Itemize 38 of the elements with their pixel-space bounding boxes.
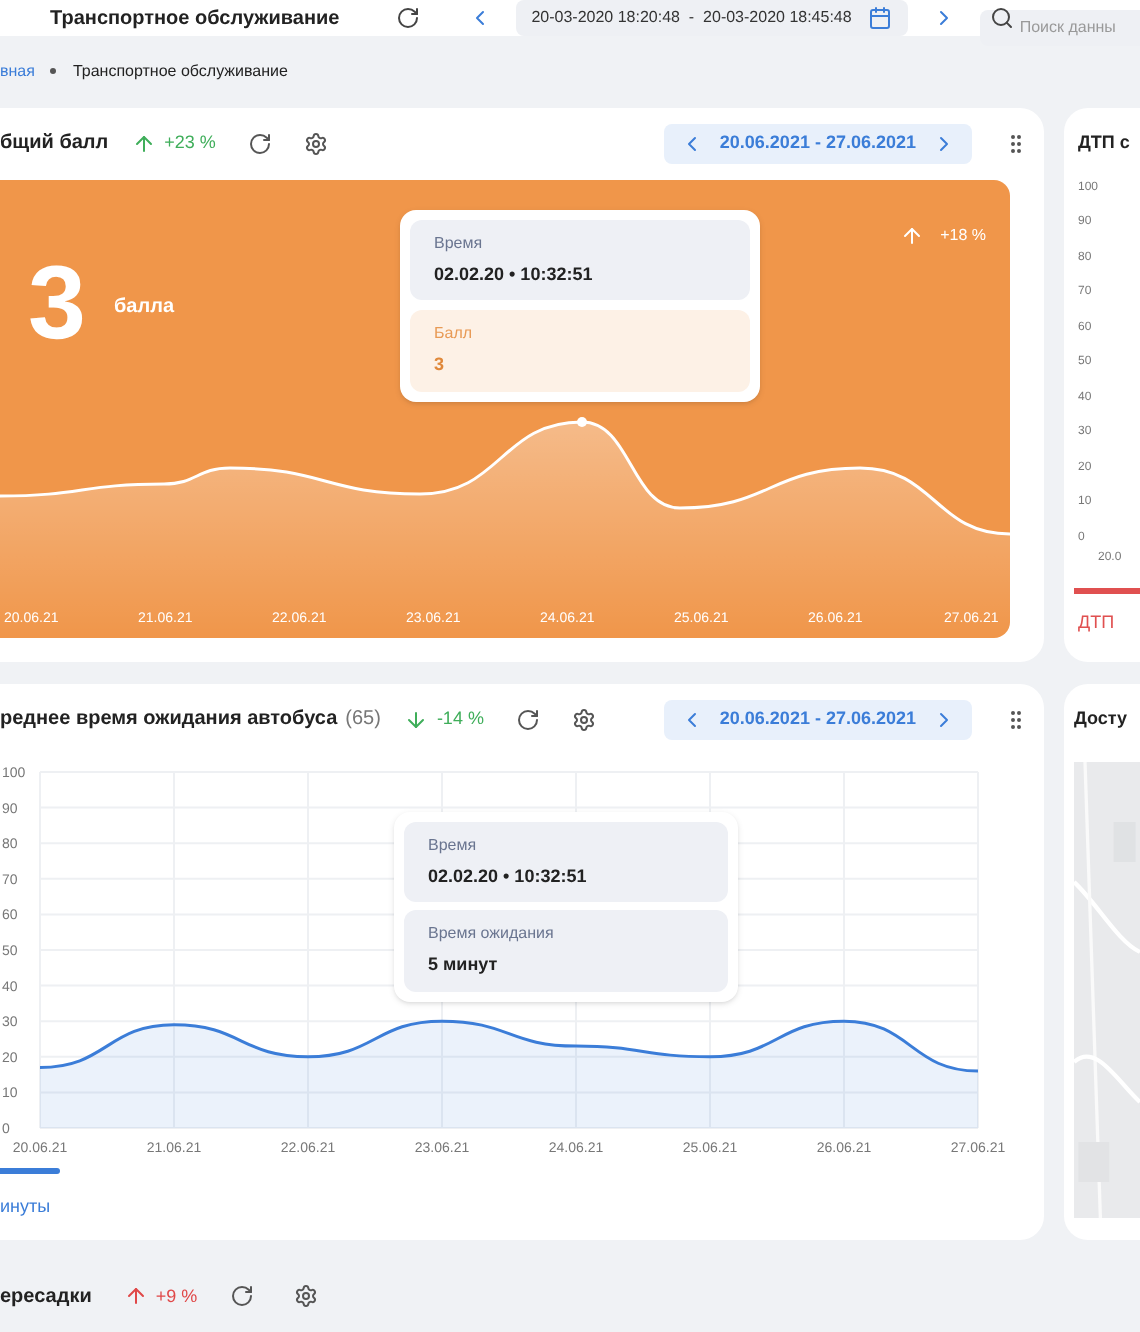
calendar-icon[interactable]	[867, 6, 892, 30]
card-title: бщий балл	[0, 130, 109, 158]
date-range-picker[interactable]: 20.06.2021 - 27.06.2021	[663, 699, 972, 739]
change-value: +18 %	[940, 223, 986, 247]
breadcrumb-link[interactable]: Транспортное обслуживание	[72, 59, 288, 84]
breadcrumb-link[interactable]: вная	[0, 59, 35, 84]
tooltip-value: 5 минут	[428, 952, 500, 978]
date-range-picker[interactable]: 20.06.2021 - 27.06.2021	[663, 123, 972, 163]
tooltip-label: Время	[428, 833, 479, 857]
date-range-field[interactable]: 20-03-2020 18:20:48 - 20-03-2020 18:45:48	[515, 0, 908, 36]
trend-value: +23 %	[164, 129, 216, 156]
trend-value: -14 %	[436, 705, 484, 732]
card-title: ДТП с	[1078, 129, 1132, 156]
card-title: Досту	[1074, 705, 1130, 732]
refresh-icon[interactable]	[229, 1284, 254, 1309]
breadcrumb-separator	[50, 68, 57, 75]
refresh-icon[interactable]	[395, 6, 420, 30]
tooltip-value: 02.02.20 • 10:32:51	[434, 261, 595, 287]
trend-value: +9 %	[155, 1283, 198, 1309]
tooltip-label: Время ожидания	[428, 922, 556, 946]
settings-icon[interactable]	[293, 1284, 318, 1309]
card-title: ересадки	[0, 1283, 92, 1312]
legend-tab[interactable]: инуты	[0, 1167, 80, 1220]
tooltip-value: 3	[434, 352, 447, 378]
count-label: (65)	[345, 706, 381, 734]
score-value: 3	[28, 251, 86, 355]
tooltip-value: 02.02.20 • 10:32:51	[428, 863, 589, 889]
search-icon	[989, 6, 1014, 30]
card-title: реднее время ожидания автобуса	[0, 706, 338, 734]
page-title: Транспортное обслуживание	[50, 5, 340, 33]
settings-icon[interactable]	[571, 707, 596, 731]
refresh-icon[interactable]	[247, 131, 272, 155]
score-unit: балла	[114, 293, 175, 321]
legend-label[interactable]: ДТП	[1078, 609, 1140, 636]
settings-icon[interactable]	[303, 131, 328, 155]
tooltip-label: Балл	[434, 322, 475, 346]
tooltip-label: Время	[434, 231, 485, 255]
refresh-icon[interactable]	[515, 707, 540, 731]
